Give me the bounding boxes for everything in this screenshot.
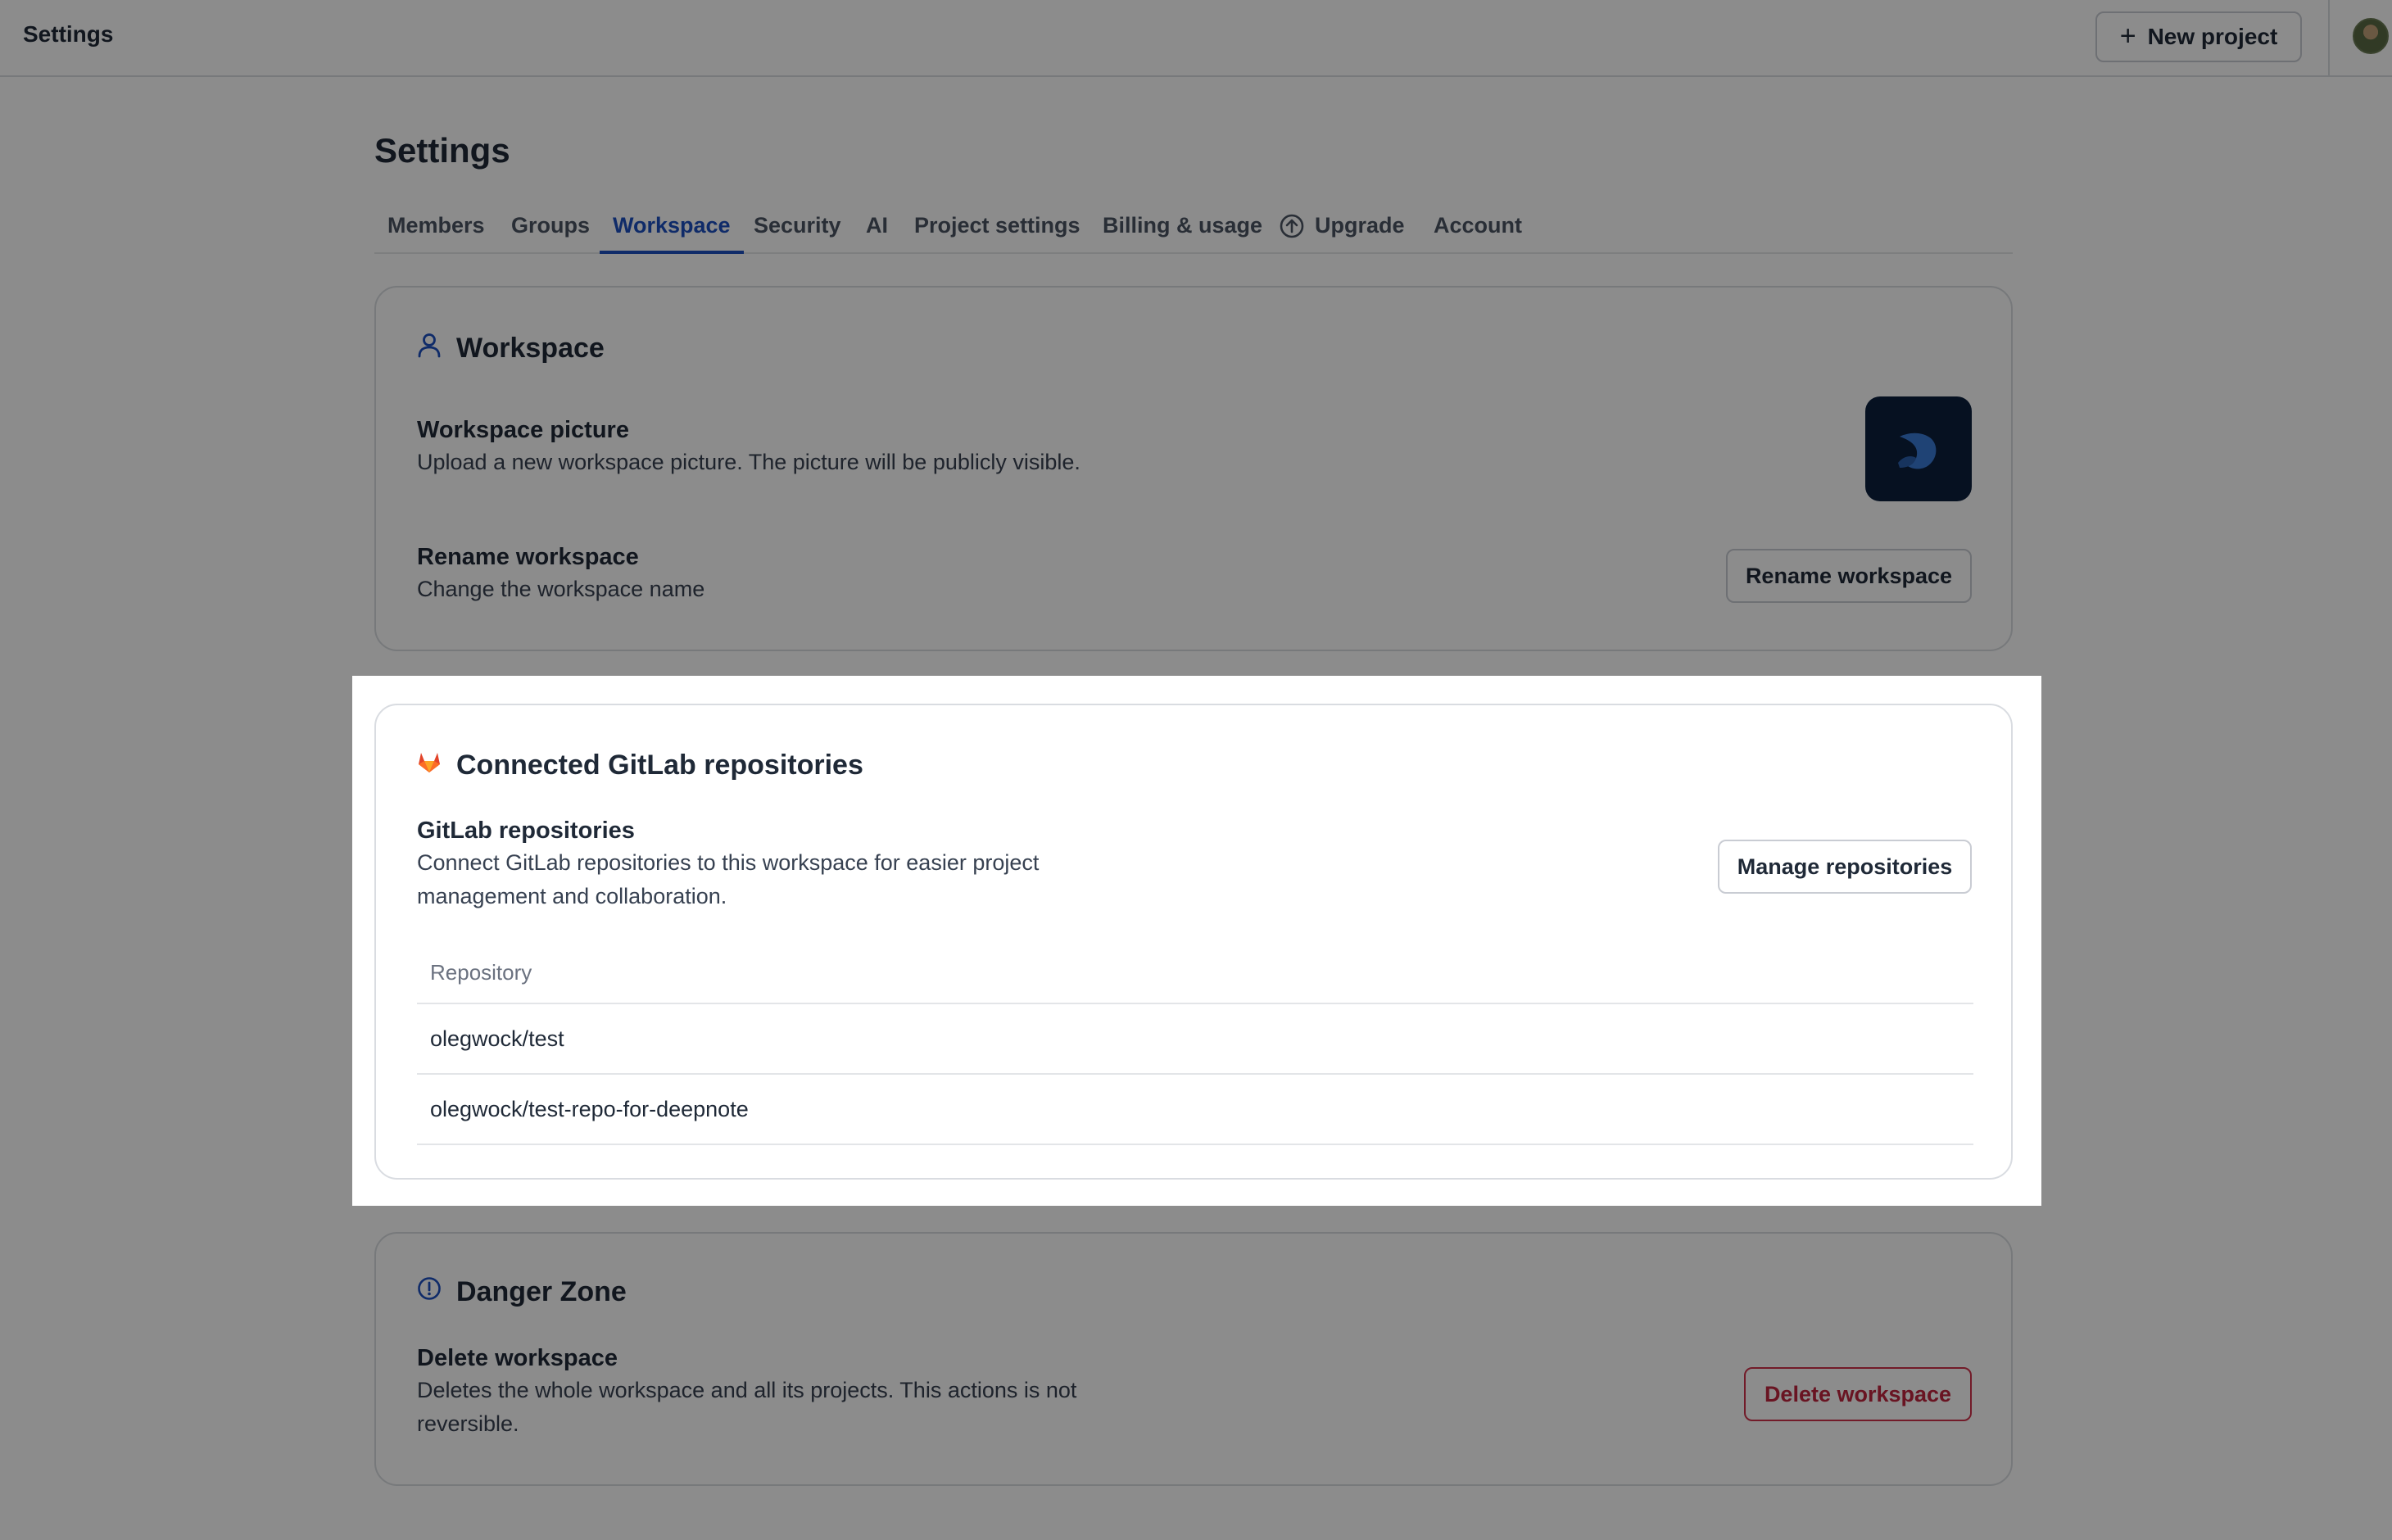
- dim-overlay: [0, 676, 352, 1206]
- gitlab-description-line1: Connect GitLab repositories to this work…: [417, 850, 1040, 875]
- settings-page: Settings + New project Settings Members …: [0, 0, 2392, 1540]
- table-row[interactable]: olegwock/test: [417, 1004, 1973, 1075]
- repositories-table: Repository olegwock/test olegwock/test-r…: [417, 942, 1973, 1145]
- gitlab-description-line2: management and collaboration.: [417, 884, 727, 908]
- manage-repositories-button[interactable]: Manage repositories: [1718, 840, 1972, 894]
- gitlab-icon: [417, 750, 442, 781]
- dim-overlay: [0, 1206, 2392, 1540]
- dim-overlay: [0, 0, 2392, 676]
- table-header-repository: Repository: [417, 942, 1973, 1004]
- dim-overlay: [2041, 676, 2392, 1206]
- card-title-text: Connected GitLab repositories: [456, 750, 863, 781]
- gitlab-repositories-title: GitLab repositories: [417, 818, 635, 844]
- table-row[interactable]: olegwock/test-repo-for-deepnote: [417, 1075, 1973, 1145]
- gitlab-card-title: Connected GitLab repositories: [417, 750, 863, 781]
- gitlab-card: Connected GitLab repositories GitLab rep…: [374, 704, 2013, 1180]
